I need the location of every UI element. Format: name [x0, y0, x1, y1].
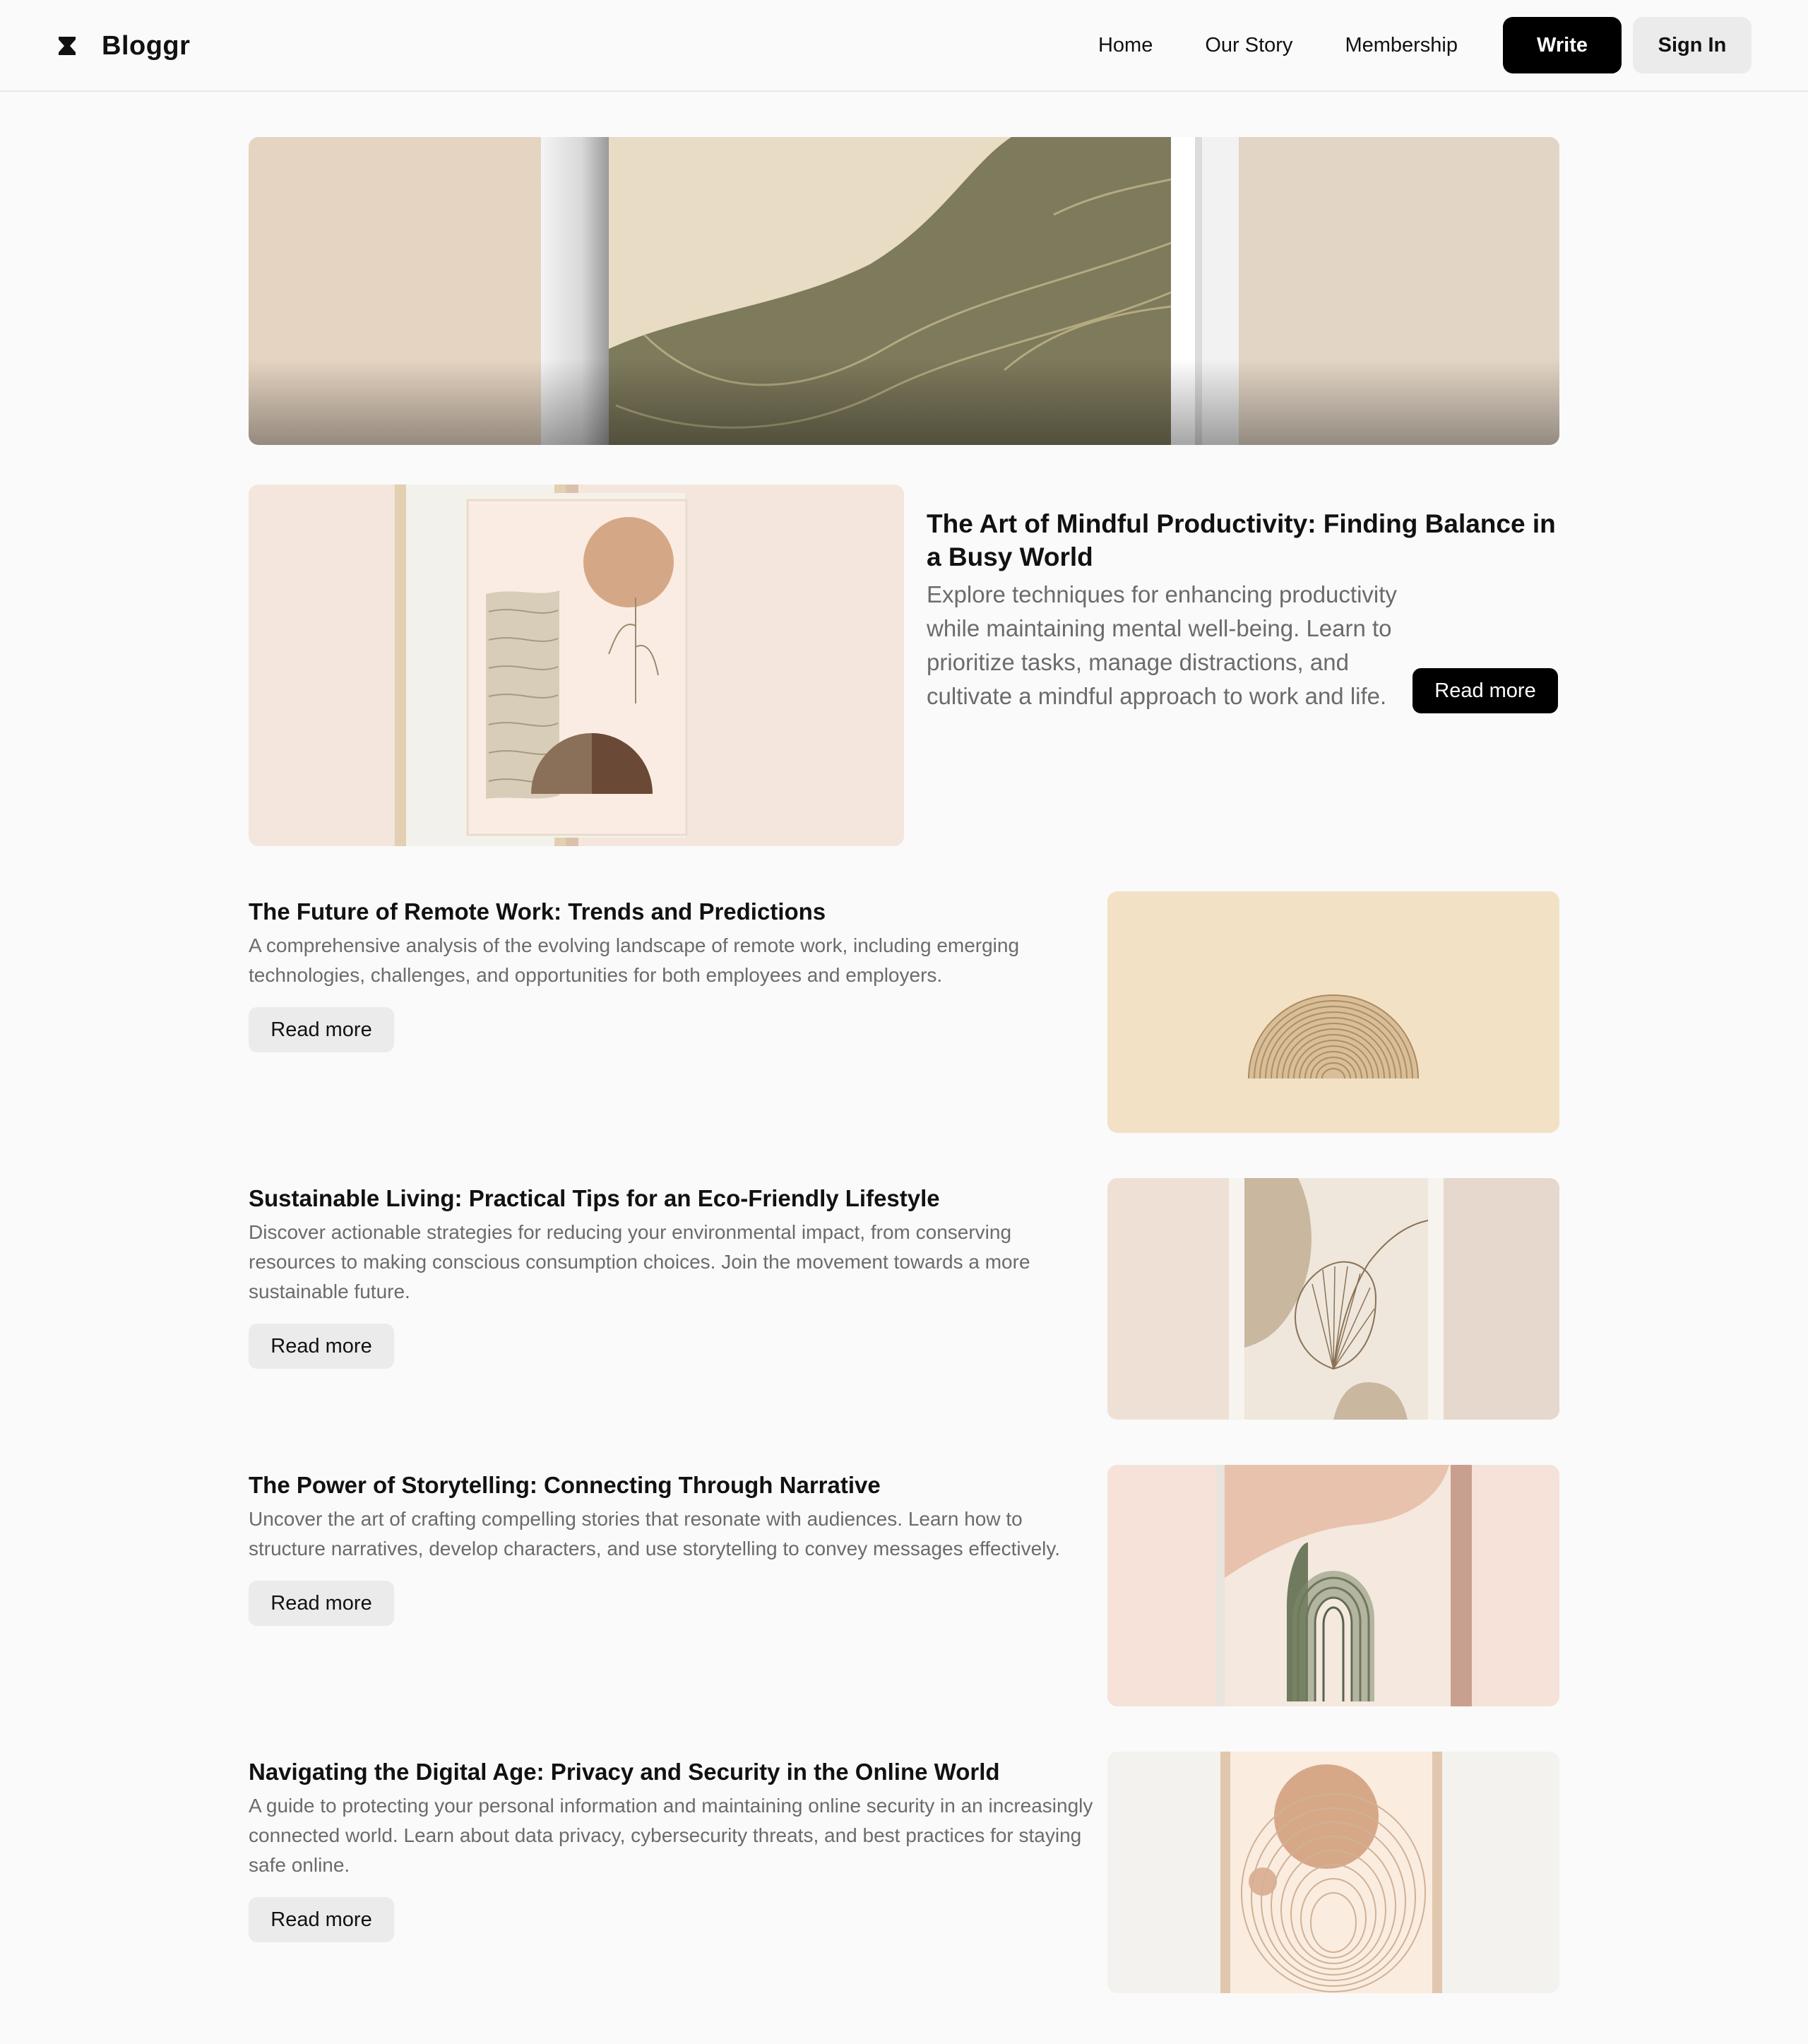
article-card: Sustainable Living: Practical Tips for a…	[249, 1178, 1559, 1420]
featured-article-description: Explore techniques for enhancing product…	[927, 581, 1397, 709]
article-image[interactable]	[1107, 1752, 1559, 1993]
read-more-button[interactable]: Read more	[249, 1007, 394, 1052]
article-description: Discover actionable strategies for reduc…	[249, 1221, 1030, 1302]
nav-home-link[interactable]: Home	[1098, 34, 1153, 57]
article-card: The Power of Storytelling: Connecting Th…	[249, 1465, 1559, 1706]
top-navbar: Bloggr Home Our Story Membership Write S…	[0, 0, 1808, 92]
sign-in-button[interactable]: Sign In	[1633, 17, 1752, 73]
article-title[interactable]: Sustainable Living: Practical Tips for a…	[249, 1184, 1096, 1213]
brand-name: Bloggr	[102, 30, 191, 61]
article-card: The Future of Remote Work: Trends and Pr…	[249, 891, 1559, 1133]
read-more-button[interactable]: Read more	[249, 1581, 394, 1626]
hero-image	[249, 137, 1559, 445]
article-image[interactable]	[1107, 1178, 1559, 1420]
article-title[interactable]: The Power of Storytelling: Connecting Th…	[249, 1470, 1096, 1500]
hourglass-logo-icon	[59, 37, 76, 55]
nav-membership-link[interactable]: Membership	[1345, 34, 1458, 57]
nav-our-story-link[interactable]: Our Story	[1205, 34, 1292, 57]
featured-read-more-button[interactable]: Read more	[1412, 668, 1558, 713]
read-more-button[interactable]: Read more	[249, 1897, 394, 1942]
article-description: A comprehensive analysis of the evolving…	[249, 934, 1020, 986]
write-button[interactable]: Write	[1503, 17, 1622, 73]
read-more-button[interactable]: Read more	[249, 1324, 394, 1369]
brand-logo[interactable]: Bloggr	[56, 28, 190, 64]
featured-article-title[interactable]: The Art of Mindful Productivity: Finding…	[927, 507, 1559, 574]
article-image[interactable]	[1107, 891, 1559, 1133]
article-description: A guide to protecting your personal info…	[249, 1795, 1093, 1876]
featured-article-image[interactable]	[249, 485, 904, 846]
article-card: Navigating the Digital Age: Privacy and …	[249, 1752, 1559, 1993]
main-nav: Home Our Story Membership Write Sign In	[1098, 17, 1752, 73]
article-description: Uncover the art of crafting compelling s…	[249, 1508, 1061, 1559]
article-title[interactable]: The Future of Remote Work: Trends and Pr…	[249, 897, 1096, 927]
article-title[interactable]: Navigating the Digital Age: Privacy and …	[249, 1757, 1096, 1787]
article-image[interactable]	[1107, 1465, 1559, 1706]
